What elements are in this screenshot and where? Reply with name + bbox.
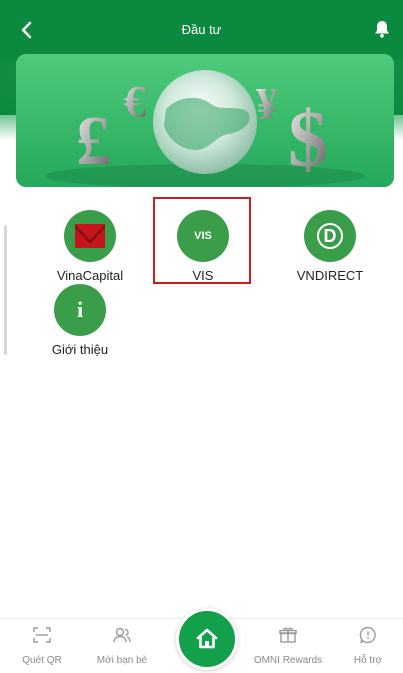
scroll-indicator[interactable] <box>4 225 7 355</box>
info-icon: i <box>54 284 106 336</box>
svg-text:£: £ <box>76 103 111 180</box>
vndirect-logo-text: D <box>317 223 343 249</box>
home-button[interactable] <box>176 608 238 670</box>
top-bar: Đầu tư <box>0 0 403 60</box>
globe-currency-illustration: £ € ¥ $ <box>45 70 365 187</box>
nav-omni-rewards[interactable]: OMNI Rewards <box>248 625 328 666</box>
nav-label: OMNI Rewards <box>253 655 323 666</box>
investment-banner: £ € ¥ $ <box>16 54 394 187</box>
tile-gioi-thieu[interactable]: i Giới thiệu <box>25 284 135 357</box>
tile-vinacapital[interactable]: VinaCapital <box>35 210 145 283</box>
tile-label: VIS <box>192 268 214 283</box>
page-title: Đầu tư <box>181 22 222 37</box>
svg-text:$: $ <box>288 96 328 184</box>
nav-label: Hỗ trợ <box>353 655 383 666</box>
tile-label: VNDIRECT <box>296 268 364 283</box>
notification-bell-icon[interactable] <box>371 18 393 40</box>
nav-quet-qr[interactable]: Quét QR <box>2 625 82 666</box>
vndirect-logo-icon: D <box>304 210 356 262</box>
vis-logo-text: VIS <box>194 230 212 242</box>
svg-text:¥: ¥ <box>256 79 278 128</box>
tile-vndirect[interactable]: D VNDIRECT <box>275 210 385 283</box>
tile-label: VinaCapital <box>56 268 124 283</box>
nav-label: Mời bạn bè <box>96 655 148 666</box>
gift-icon <box>279 627 297 643</box>
vis-logo-icon: VIS <box>177 210 229 262</box>
nav-ho-tro[interactable]: Hỗ trợ <box>328 625 403 666</box>
nav-moi-ban-be[interactable]: Mời bạn bè <box>82 625 162 666</box>
vinacapital-logo-icon <box>64 210 116 262</box>
invite-friends-icon <box>113 627 131 643</box>
tile-vis[interactable]: VIS VIS <box>148 210 258 283</box>
support-chat-icon <box>359 626 376 644</box>
svg-text:€: € <box>124 77 146 126</box>
qr-scan-icon <box>33 627 51 643</box>
tile-label: Giới thiệu <box>51 342 109 357</box>
info-icon-text: i <box>76 297 84 322</box>
home-icon <box>196 628 218 649</box>
nav-label: Quét QR <box>22 655 62 666</box>
